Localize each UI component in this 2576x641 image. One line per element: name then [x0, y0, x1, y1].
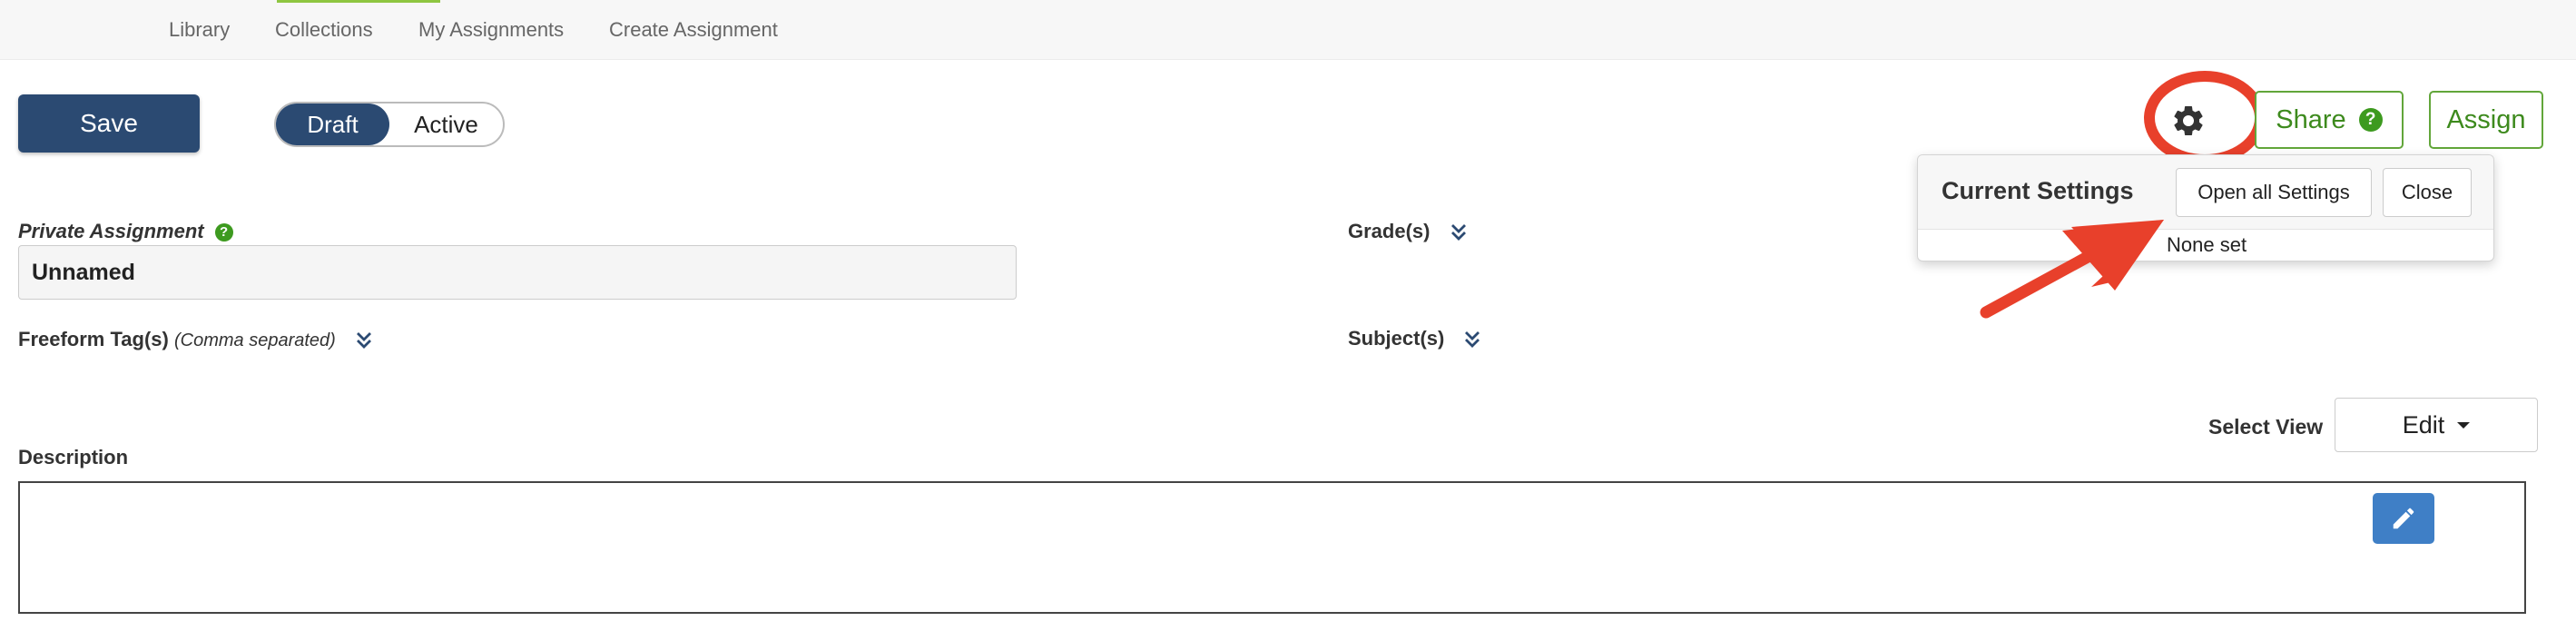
description-label: Description	[18, 446, 129, 468]
status-draft-option[interactable]: Draft	[276, 104, 389, 145]
double-chevron-down-icon	[1465, 331, 1480, 349]
share-button[interactable]: Share ?	[2255, 91, 2404, 149]
gear-icon	[2174, 105, 2203, 135]
nav-collections[interactable]: Collections	[275, 18, 373, 42]
private-assignment-text: Private Assignment	[18, 220, 204, 242]
select-view-dropdown[interactable]: Edit	[2335, 398, 2538, 452]
double-chevron-down-icon	[1450, 224, 1466, 242]
edit-description-button[interactable]	[2373, 493, 2434, 544]
question-circle-icon[interactable]: ?	[214, 222, 233, 242]
grades-field[interactable]: Grade(s)	[1348, 220, 1469, 243]
close-button[interactable]: Close	[2383, 168, 2472, 217]
status-toggle: Draft Active	[274, 102, 505, 147]
nav-library[interactable]: Library	[169, 18, 230, 42]
freeform-tags-label: Freeform Tag(s)	[18, 328, 169, 350]
double-chevron-down-icon	[356, 332, 371, 350]
freeform-tags-field[interactable]: Freeform Tag(s) (Comma separated)	[18, 328, 374, 351]
private-assignment-label: Private Assignment?	[18, 220, 233, 243]
status-active-option[interactable]: Active	[389, 104, 503, 145]
active-tab-indicator	[277, 0, 440, 3]
top-navigation: Library Collections My Assignments Creat…	[0, 0, 2576, 60]
subjects-field[interactable]: Subject(s)	[1348, 327, 1482, 350]
question-circle-icon: ?	[2358, 108, 2383, 132]
assignment-name-input[interactable]	[18, 245, 1017, 300]
pencil-icon	[2393, 508, 2414, 529]
grades-label: Grade(s)	[1348, 220, 1431, 242]
description-field[interactable]	[18, 481, 2526, 614]
share-label: Share	[2276, 104, 2346, 134]
select-view-label: Select View	[2208, 415, 2324, 439]
caret-down-icon	[2457, 421, 2471, 429]
settings-button[interactable]	[2168, 100, 2209, 142]
subjects-label: Subject(s)	[1348, 327, 1445, 350]
nav-my-assignments[interactable]: My Assignments	[418, 18, 564, 42]
select-view-value: Edit	[2402, 410, 2445, 439]
annotation-arrow	[1980, 220, 2164, 319]
assign-button[interactable]: Assign	[2429, 91, 2543, 149]
nav-create-assignment[interactable]: Create Assignment	[609, 18, 778, 42]
save-button[interactable]: Save	[18, 94, 200, 153]
freeform-tags-hint: (Comma separated)	[173, 330, 336, 350]
